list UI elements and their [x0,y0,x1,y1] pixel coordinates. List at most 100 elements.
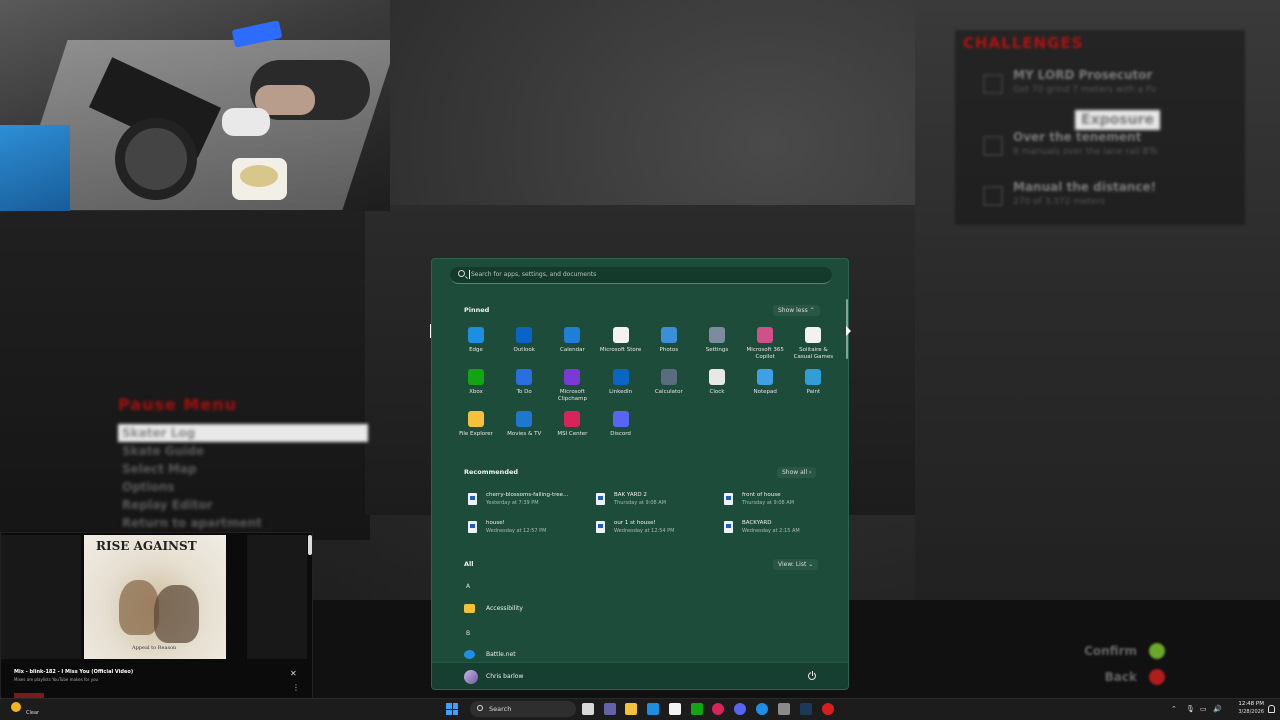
taskbar-time[interactable]: 12:48 PM [1234,701,1264,707]
more-icon[interactable]: ⋮ [292,683,300,692]
recommended-heading: Recommended [464,468,519,476]
pinned-app[interactable]: Outlook [500,327,548,354]
close-icon[interactable]: ✕ [290,669,297,678]
letter-header-b[interactable]: B [466,630,470,637]
pinned-app[interactable]: File Explorer [452,411,500,438]
clock-icon [709,369,725,385]
pinned-app[interactable]: Paint [789,369,837,396]
pinned-app[interactable]: Clock [693,369,741,396]
teams-icon[interactable] [604,703,616,715]
movies-icon [516,411,533,427]
pinned-app[interactable]: Notepad [741,369,789,396]
edge-icon[interactable] [647,703,659,715]
pinned-app[interactable]: Calculator [645,369,693,396]
pinned-app-label: MSI Center [557,431,588,437]
start-button[interactable] [446,703,458,715]
display-icon[interactable]: ▭ [1200,705,1207,713]
task-view-icon[interactable] [582,703,594,715]
discord-icon [612,411,629,427]
recommended-item[interactable]: our 1 st house! Wednesday at 12:54 PM [592,518,712,538]
discord-icon[interactable] [734,703,746,715]
pause-item-options[interactable]: Options [118,478,368,496]
record-icon[interactable] [822,703,834,715]
user-name[interactable]: Chris barlow [486,673,523,680]
pinned-app[interactable]: Microsoft Clipchamp [548,369,596,403]
document-icon [596,493,605,505]
pinned-app[interactable]: To Do [500,369,548,396]
letter-header-a[interactable]: A [466,583,470,590]
weather-icon[interactable] [11,702,21,712]
xbox-icon[interactable] [691,703,703,715]
webcam-mousepad [0,125,70,211]
file-explorer-icon[interactable] [625,703,637,715]
recommended-item[interactable]: BAK YARD 2 Thursday at 9:08 AM [592,490,712,510]
pinned-app[interactable]: Photos [645,327,693,354]
todo-icon [516,369,533,385]
mouse-pointer-icon [846,326,851,336]
show-all-button[interactable]: Show all › [777,467,817,478]
pinned-app[interactable]: Calendar [548,327,596,354]
store-icon[interactable] [669,703,681,715]
pinned-app[interactable]: Settings [693,327,741,354]
msi-icon [564,411,581,427]
start-search-input[interactable]: Search for apps, settings, and documents [450,267,832,284]
taskbar-date[interactable]: 3/28/2026 [1228,709,1264,715]
music-player: RISE AGAINST Appeal to Reason Mix - blin… [0,532,313,704]
battlenet-icon[interactable] [756,703,768,715]
pinned-app[interactable]: Microsoft Store [597,327,645,354]
settings-icon[interactable] [778,703,790,715]
back-prompt[interactable]: Back [1075,664,1165,690]
confirm-prompt[interactable]: Confirm [1075,638,1165,664]
challenge-name: Manual the distance! [1013,180,1157,194]
pinned-app[interactable]: LinkedIn [597,369,645,396]
speaker-icon[interactable]: 🔊 [1213,705,1222,713]
pinned-app-label: Movies & TV [507,431,542,437]
taskbar-search-placeholder: Search [489,705,512,713]
recommended-item[interactable]: cherry-blossoms-falling-tree... Yesterday… [464,490,584,510]
pinned-app-label: Xbox [469,389,483,395]
pinned-app[interactable]: Discord [597,411,645,438]
recommended-name: BACKYARD [742,520,772,526]
xbox-icon [468,369,484,385]
show-less-button[interactable]: Show less ⌃ [773,305,820,316]
pinned-app[interactable]: MSI Center [548,411,596,438]
pause-item-select-map[interactable]: Select Map [118,460,368,478]
power-icon[interactable] [808,671,816,680]
avatar[interactable] [464,670,478,684]
taskbar-search[interactable]: Search [470,701,576,717]
all-apps-heading: All [464,560,474,568]
steam-icon[interactable] [800,703,812,715]
pinned-app[interactable]: Movies & TV [500,411,548,438]
recommended-item[interactable]: house! Wednesday at 12:57 PM [464,518,584,538]
webcam-cup-coffee [240,165,278,187]
microphone-icon[interactable]: 🎙 [1186,705,1195,713]
recommended-item[interactable]: front of house Thursday at 9:08 AM [720,490,840,510]
notification-icon[interactable] [1268,705,1275,713]
pause-item-replay-editor[interactable]: Replay Editor [118,496,368,514]
recommended-time: Wednesday at 12:54 PM [614,528,675,534]
pinned-app-label: Solitaire & Casual Games [793,347,834,360]
pinned-app[interactable]: Solitaire & Casual Games [789,327,837,361]
pinned-app-label: Photos [659,347,679,353]
pinned-app-label: Calculator [654,389,683,395]
pause-item-return-apartment[interactable]: Return to apartment [118,514,368,532]
pause-item-skater-log[interactable]: Skater Log [118,424,368,442]
pinned-app[interactable]: Edge [452,327,500,354]
challenge-checkbox [983,136,1003,156]
app-list-accessibility[interactable]: Accessibility [464,603,584,617]
now-playing-subtitle: Mixes are playlists YouTube makes for yo… [14,677,99,682]
pinned-app[interactable]: Microsoft 365 Copilot [741,327,789,361]
text-caret [469,270,470,279]
challenge-name: Over the tenement [1013,130,1142,144]
weather-text[interactable]: Clear [26,710,39,716]
music-scrollbar[interactable] [308,535,312,555]
app-list-battlenet[interactable]: Battle.net [464,649,584,663]
recommended-item[interactable]: BACKYARD Wednesday at 2:15 AM [720,518,840,538]
pause-item-skate-guide[interactable]: Skate Guide [118,442,368,460]
view-list-button[interactable]: View: List ⌄ [773,559,819,570]
chevron-up-icon[interactable]: ⌃ [1171,705,1177,713]
msi-icon[interactable] [712,703,724,715]
calculator-icon [660,369,677,385]
pinned-app[interactable]: Xbox [452,369,500,396]
app-list-label: Accessibility [486,605,523,612]
